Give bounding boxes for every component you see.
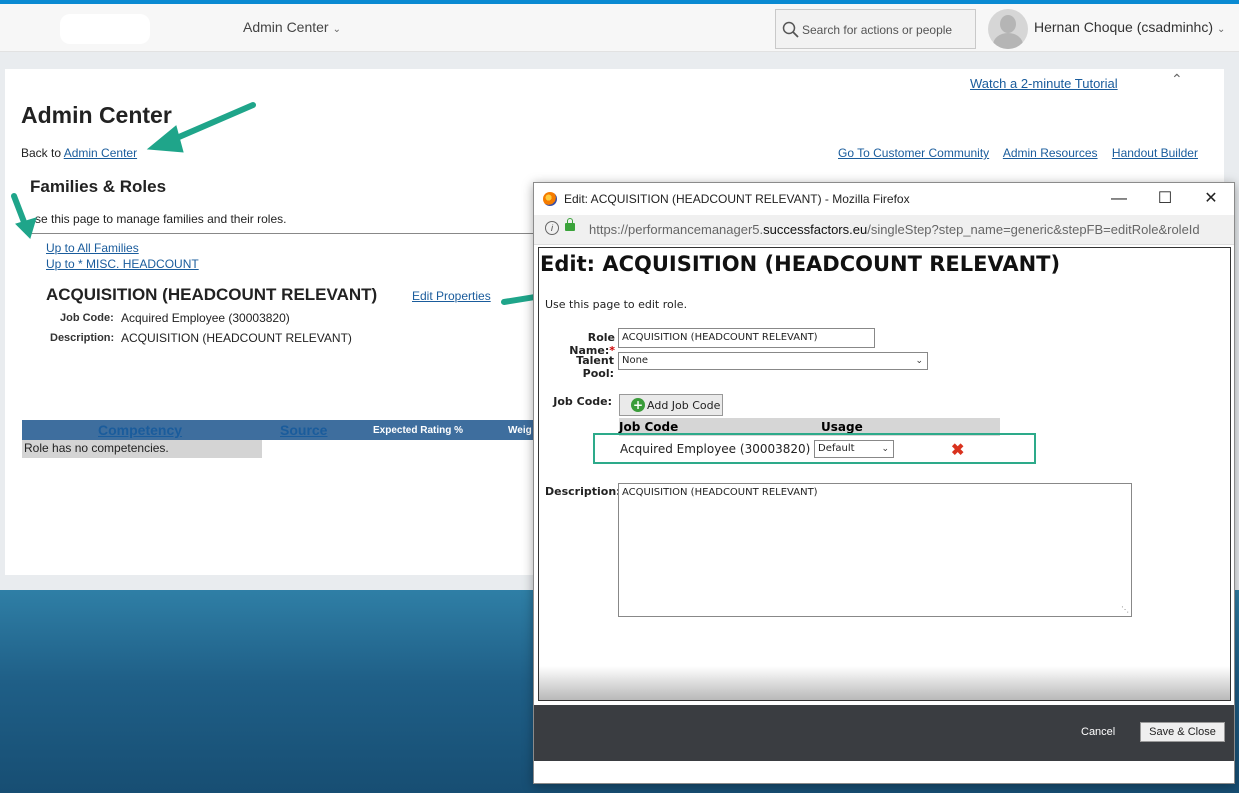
edit-role-heading: Edit: ACQUISITION (HEADCOUNT RELEVANT) xyxy=(540,252,1061,276)
add-job-code-button[interactable]: + Add Job Code xyxy=(619,394,723,416)
tutorial-link[interactable]: Watch a 2-minute Tutorial xyxy=(970,76,1118,91)
usage-value: Default xyxy=(818,443,855,454)
url-suffix: /singleStep?step_name=generic&stepFB=edi… xyxy=(867,222,1200,237)
customer-community-link[interactable]: Go To Customer Community xyxy=(838,146,989,160)
add-job-code-label: Add Job Code xyxy=(647,399,721,412)
save-close-button[interactable]: Save & Close xyxy=(1140,722,1225,742)
chevron-down-icon: ⌄ xyxy=(881,444,889,454)
add-icon: + xyxy=(631,398,645,412)
talent-pool-select[interactable]: None ⌄ xyxy=(618,352,928,370)
description-value: ACQUISITION (HEADCOUNT RELEVANT) xyxy=(121,331,352,345)
content-fade xyxy=(539,666,1230,700)
expected-rating-column-header: Expected Rating % xyxy=(373,425,464,436)
top-header: Admin Center ⌄ Search for actions or peop… xyxy=(0,0,1239,52)
popup-content: Edit: ACQUISITION (HEADCOUNT RELEVANT) U… xyxy=(538,247,1231,701)
competency-column-header[interactable]: Competency xyxy=(98,422,182,438)
search-box[interactable]: Search for actions or people xyxy=(775,9,976,49)
description-label: Description: xyxy=(545,485,621,498)
resize-grip-icon[interactable]: ⋱ xyxy=(1121,605,1129,614)
page-title: Admin Center xyxy=(21,102,172,128)
breadcrumb: Back to Admin Center xyxy=(21,146,137,160)
company-logo[interactable] xyxy=(60,14,150,44)
up-all-families-link[interactable]: Up to All Families xyxy=(46,241,139,255)
popup-footer: Cancel Save & Close xyxy=(534,705,1234,761)
top-links: Go To Customer Community Admin Resources… xyxy=(838,146,1209,160)
edit-role-description: Use this page to edit role. xyxy=(545,298,688,311)
chevron-down-icon: ⌄ xyxy=(332,24,341,35)
admin-center-menu[interactable]: Admin Center ⌄ xyxy=(243,19,341,35)
chevron-down-icon: ⌄ xyxy=(915,356,923,366)
usage-column-header: Usage xyxy=(821,420,863,434)
window-title: Edit: ACQUISITION (HEADCOUNT RELEVANT) -… xyxy=(564,192,910,206)
job-code-label: Job Code: xyxy=(60,312,114,324)
role-title: ACQUISITION (HEADCOUNT RELEVANT) xyxy=(46,285,378,304)
job-code-row-value: Acquired Employee (30003820) xyxy=(620,442,811,456)
usage-select[interactable]: Default ⌄ xyxy=(814,440,894,458)
admin-resources-link[interactable]: Admin Resources xyxy=(1003,146,1098,160)
families-title: Families & Roles xyxy=(30,177,167,196)
families-description: se this page to manage families and thei… xyxy=(35,212,287,226)
description-value: ACQUISITION (HEADCOUNT RELEVANT) xyxy=(622,487,818,498)
minimize-icon[interactable]: — xyxy=(1104,187,1134,211)
up-misc-headcount-link[interactable]: Up to * MISC. HEADCOUNT xyxy=(46,257,199,271)
job-code-value: Acquired Employee (30003820) xyxy=(121,311,290,325)
back-admin-center-link[interactable]: Admin Center xyxy=(64,146,137,160)
search-placeholder: Search for actions or people xyxy=(802,23,953,37)
url-text[interactable]: https://performancemanager5.successfacto… xyxy=(589,222,1229,237)
remove-icon[interactable]: ✖ xyxy=(951,440,964,460)
divider xyxy=(25,233,545,234)
job-code-label: Job Code: xyxy=(553,395,612,408)
lock-icon xyxy=(565,218,575,231)
description-label: Description: xyxy=(50,332,115,344)
info-icon[interactable]: i xyxy=(545,221,559,235)
url-prefix: https://performancemanager5. xyxy=(589,222,764,237)
source-column-header[interactable]: Source xyxy=(280,422,327,438)
talent-pool-value: None xyxy=(622,355,649,366)
url-domain: successfactors.eu xyxy=(763,222,868,237)
edit-role-popup-window: Edit: ACQUISITION (HEADCOUNT RELEVANT) -… xyxy=(533,182,1235,784)
firefox-icon xyxy=(543,192,557,206)
role-name-input[interactable]: ACQUISITION (HEADCOUNT RELEVANT) xyxy=(618,328,875,348)
user-name: Hernan Choque (csadminhc) xyxy=(1034,19,1213,35)
maximize-icon[interactable]: ☐ xyxy=(1150,187,1180,211)
back-prefix: Back to xyxy=(21,146,64,160)
cancel-button[interactable]: Cancel xyxy=(1081,726,1115,738)
competency-table-header: Competency Source Expected Rating % Weig xyxy=(22,420,542,440)
chevron-down-icon: ⌄ xyxy=(1216,24,1226,35)
search-icon xyxy=(782,21,799,38)
talent-pool-label: Talent Pool: xyxy=(576,354,614,380)
avatar[interactable] xyxy=(988,9,1028,49)
collapse-icon[interactable]: ⌃ xyxy=(1171,71,1183,88)
user-menu[interactable]: Hernan Choque (csadminhc) ⌄ xyxy=(1034,19,1225,35)
job-code-column-header: Job Code xyxy=(619,420,679,434)
admin-center-menu-label: Admin Center xyxy=(243,19,329,35)
handout-builder-link[interactable]: Handout Builder xyxy=(1112,146,1198,160)
window-titlebar[interactable]: Edit: ACQUISITION (HEADCOUNT RELEVANT) -… xyxy=(534,183,1234,215)
weight-column-header: Weig xyxy=(508,425,532,436)
url-bar[interactable]: i https://performancemanager5.successfac… xyxy=(534,215,1234,245)
close-icon[interactable]: ✕ xyxy=(1196,187,1226,211)
description-textarea[interactable]: ACQUISITION (HEADCOUNT RELEVANT) ⋱ xyxy=(618,483,1132,617)
no-competencies-message: Role has no competencies. xyxy=(22,440,262,458)
edit-properties-link[interactable]: Edit Properties xyxy=(412,289,491,303)
